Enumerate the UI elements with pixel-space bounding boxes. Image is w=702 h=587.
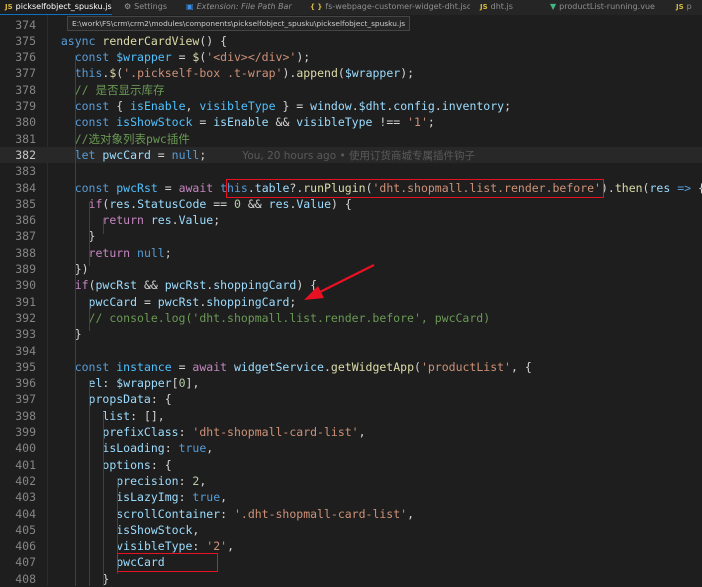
annotation-arrow — [304, 264, 375, 300]
